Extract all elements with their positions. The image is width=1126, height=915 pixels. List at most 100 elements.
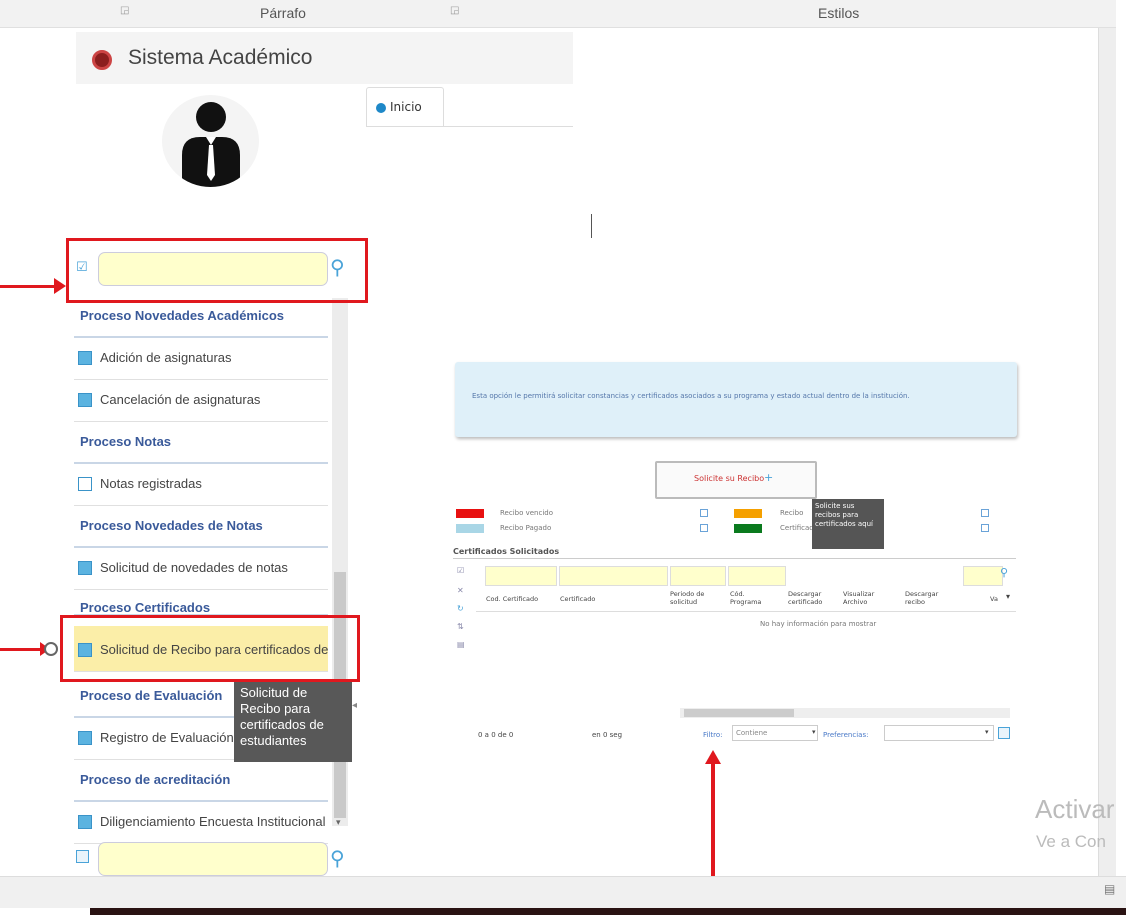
dialog-launcher-icon[interactable]: ◲ <box>450 5 459 16</box>
column-header[interactable]: Va <box>990 595 998 603</box>
tab-label: Inicio <box>390 100 422 114</box>
scroll-down-icon[interactable]: ▾ <box>336 818 341 828</box>
grid-divider <box>453 558 1016 559</box>
save-icon[interactable] <box>998 727 1010 739</box>
filter-input[interactable] <box>670 566 726 586</box>
annotation-arrow <box>0 648 42 651</box>
pager-time: en 0 seg <box>592 731 623 739</box>
export-icon[interactable]: ▤ <box>457 640 465 649</box>
ribbon-group-paragraph[interactable]: Párrafo <box>260 5 306 21</box>
institution-logo-icon <box>92 50 112 70</box>
circle-marker-icon <box>44 642 58 656</box>
search-icon[interactable]: ⚲ <box>1000 566 1008 579</box>
form-icon <box>78 731 92 745</box>
tab-divider <box>366 126 573 127</box>
add-icon: + <box>764 471 774 484</box>
menu-item[interactable]: Cancelación de asignaturas <box>74 380 328 422</box>
column-header[interactable]: Periodo de solicitud <box>670 590 720 606</box>
filter-input[interactable] <box>963 566 1003 586</box>
dialog-launcher-icon[interactable]: ◲ <box>120 5 129 16</box>
legend-swatch <box>734 509 762 518</box>
person-icon <box>182 102 240 187</box>
home-icon <box>376 103 386 113</box>
legend-swatch <box>456 524 484 533</box>
close-icon[interactable]: ✕ <box>457 586 464 595</box>
menu-item-label: Solicitud de novedades de notas <box>100 560 288 575</box>
form-icon <box>78 351 92 365</box>
request-receipt-label: Solicite su Recibo <box>694 474 765 483</box>
menu-item-label: Adición de asignaturas <box>100 350 232 365</box>
no-data-message: No hay información para mostrar <box>760 620 877 628</box>
app-title: Sistema Académico <box>128 46 313 69</box>
legend-swatch <box>456 509 484 518</box>
filter-input[interactable] <box>728 566 786 586</box>
legend-checkbox[interactable] <box>981 509 989 517</box>
text-cursor <box>591 214 592 238</box>
menu-item[interactable]: Notas registradas <box>74 464 328 506</box>
chevron-down-icon: ▾ <box>985 728 989 736</box>
refresh-icon[interactable]: ↻ <box>457 604 464 613</box>
arrow-head-icon <box>705 750 721 764</box>
chevron-down-icon: ▾ <box>812 728 816 736</box>
highlight-selected-item <box>60 615 360 682</box>
highlight-search <box>66 238 368 303</box>
add-icon[interactable] <box>76 850 89 863</box>
preferences-label: Preferencias: <box>823 731 869 739</box>
column-header[interactable]: Descargar recibo <box>905 590 943 606</box>
filter-input[interactable] <box>559 566 668 586</box>
layout-icon[interactable]: ▤ <box>1104 882 1115 896</box>
legend-checkbox[interactable] <box>981 524 989 532</box>
menu-header[interactable]: Proceso de acreditación <box>74 760 328 802</box>
legend-checkbox[interactable] <box>700 524 708 532</box>
button-tooltip: Solicite sus recibos para certificados a… <box>812 499 884 549</box>
menu-item-label: Diligenciamiento Encuesta Institucional <box>100 814 326 829</box>
check-icon[interactable]: ☑ <box>457 566 464 575</box>
column-header[interactable]: Descargar certificado <box>788 590 832 606</box>
menu-item-label: Notas registradas <box>100 476 202 491</box>
filter-input[interactable] <box>485 566 557 586</box>
arrow-head-icon <box>54 278 66 294</box>
menu-tooltip: Solicitud de Recibo para certificados de… <box>234 682 352 762</box>
menu-header[interactable]: Proceso Certificados <box>74 590 328 616</box>
form-icon <box>78 561 92 575</box>
window-edge <box>1116 0 1126 880</box>
grid-divider <box>476 611 1016 612</box>
filter-select[interactable]: Contiene <box>732 725 818 741</box>
plus-icon <box>78 477 92 491</box>
user-avatar <box>162 95 259 187</box>
grid-title: Certificados Solicitados <box>453 547 560 556</box>
menu-item-label: Cancelación de asignaturas <box>100 392 261 407</box>
form-icon <box>78 815 92 829</box>
menu-item[interactable]: Diligenciamiento Encuesta Institucional <box>74 802 328 844</box>
column-header[interactable]: Cód. Programa <box>730 590 772 606</box>
legend-label: Recibo Pagado <box>500 524 552 532</box>
collapse-sidebar-icon[interactable]: ◂ <box>352 700 357 711</box>
grid-hscroll-thumb[interactable] <box>684 709 794 717</box>
menu-item[interactable]: Adición de asignaturas <box>74 338 328 380</box>
status-bar <box>0 876 1126 908</box>
windows-activation-watermark: Ve a Con <box>1036 832 1106 851</box>
menu-item[interactable]: Solicitud de novedades de notas <box>74 548 328 590</box>
column-header[interactable]: Cod. Certificado <box>486 595 538 603</box>
column-menu-icon[interactable]: ▾ <box>1006 592 1010 601</box>
annotation-arrow <box>0 285 56 288</box>
form-icon <box>78 393 92 407</box>
windows-activation-watermark: Activar <box>1035 794 1115 824</box>
legend-label: Recibo vencido <box>500 509 554 517</box>
word-ribbon: ◲ Párrafo ◲ Estilos <box>0 0 1126 28</box>
taskbar <box>90 908 1126 915</box>
document-scrollbar[interactable] <box>1098 28 1118 880</box>
bottom-search-input[interactable] <box>98 842 328 876</box>
filter-label: Filtro: <box>703 731 723 739</box>
preferences-select[interactable] <box>884 725 994 741</box>
menu-header[interactable]: Proceso Notas <box>74 422 328 464</box>
column-header[interactable]: Visualizar Archivo <box>843 590 879 606</box>
legend-checkbox[interactable] <box>700 509 708 517</box>
ribbon-group-styles[interactable]: Estilos <box>818 5 859 21</box>
legend-label: Recibo <box>780 509 804 517</box>
column-header[interactable]: Certificado <box>560 595 595 603</box>
menu-header[interactable]: Proceso Novedades de Notas <box>74 506 328 548</box>
search-icon[interactable]: ⚲ <box>330 846 345 870</box>
menu-item-label: Registro de Evaluación <box>100 730 234 745</box>
sort-icon[interactable]: ⇅ <box>457 622 464 631</box>
